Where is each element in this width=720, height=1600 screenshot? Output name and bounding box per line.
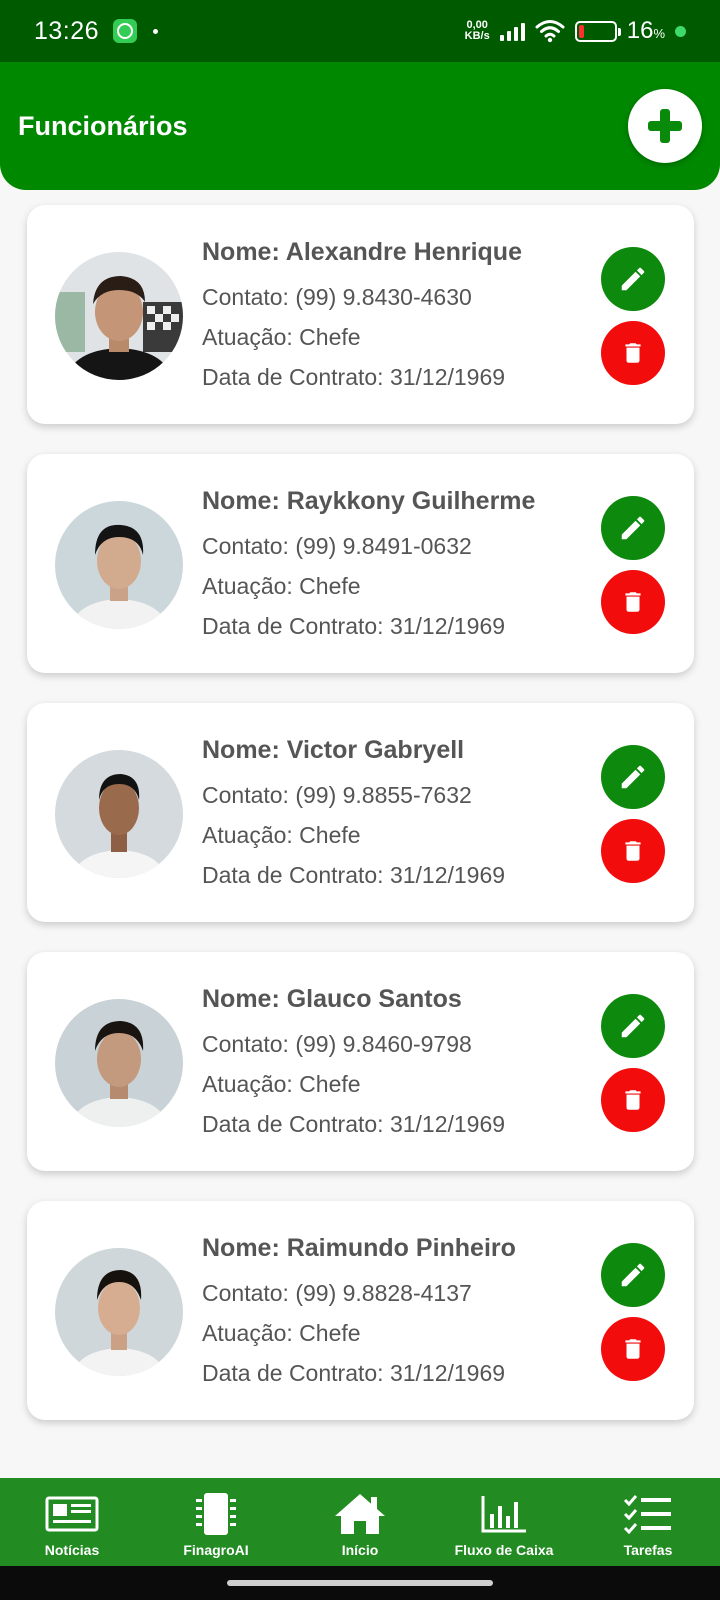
edit-employee-button[interactable]	[601, 1243, 665, 1307]
nav-item-noticias[interactable]: Notícias	[0, 1478, 144, 1566]
gesture-area	[0, 1566, 720, 1600]
trash-icon	[625, 841, 641, 861]
home-icon	[335, 1494, 385, 1534]
notification-dot-icon	[153, 28, 159, 34]
trash-icon	[625, 592, 641, 612]
pencil-icon	[621, 1014, 645, 1038]
employee-card: Nome: Glauco Santos Contato: (99) 9.8460…	[27, 952, 694, 1171]
edit-employee-button[interactable]	[601, 496, 665, 560]
battery-icon	[574, 20, 621, 42]
employee-role: Atuação: Chefe	[202, 822, 361, 848]
delete-employee-button[interactable]	[601, 1068, 665, 1132]
bar-chart-icon	[481, 1496, 526, 1533]
battery-percent: 16%	[626, 17, 665, 44]
nav-label: Fluxo de Caixa	[454, 1542, 554, 1558]
employee-avatar	[55, 750, 183, 878]
app-header: Funcionários	[0, 62, 720, 190]
pencil-icon	[621, 1263, 645, 1287]
delete-employee-button[interactable]	[601, 321, 665, 385]
employee-info: Nome: Alexandre Henrique Contato: (99) 9…	[202, 235, 602, 397]
employee-name: Nome: Victor Gabryell	[202, 736, 465, 764]
chip-icon	[196, 1493, 236, 1535]
employee-info: Nome: Glauco Santos Contato: (99) 9.8460…	[202, 982, 602, 1144]
wifi-icon	[535, 20, 565, 43]
employee-contact: Contato: (99) 9.8828-4137	[202, 1280, 472, 1306]
employee-avatar	[55, 999, 183, 1127]
nav-label: FinagroAI	[183, 1542, 249, 1558]
bottom-nav: Notícias FinagroAI Início Fluxo de Caixa…	[0, 1478, 720, 1566]
employee-contract-date: Data de Contrato: 31/12/1969	[202, 1111, 506, 1137]
pencil-icon	[621, 765, 645, 789]
employee-role: Atuação: Chefe	[202, 324, 361, 350]
employee-role: Atuação: Chefe	[202, 1071, 361, 1097]
employee-contact: Contato: (99) 9.8855-7632	[202, 782, 472, 808]
edit-employee-button[interactable]	[601, 745, 665, 809]
nav-label: Notícias	[44, 1542, 100, 1558]
network-speed: 0,00 KB/s	[465, 20, 490, 42]
employee-card: Nome: Raimundo Pinheiro Contato: (99) 9.…	[27, 1201, 694, 1420]
status-time: 13:26	[34, 16, 100, 45]
edit-employee-button[interactable]	[601, 994, 665, 1058]
nav-item-finagroai[interactable]: FinagroAI	[144, 1478, 288, 1566]
nav-label: Início	[341, 1542, 379, 1558]
page-title: Funcionários	[18, 110, 188, 141]
employee-list: Nome: Alexandre Henrique Contato: (99) 9…	[27, 205, 694, 1450]
edit-employee-button[interactable]	[601, 247, 665, 311]
trash-icon	[625, 1339, 641, 1359]
employee-info: Nome: Raykkony Guilherme Contato: (99) 9…	[202, 484, 602, 646]
add-employee-button[interactable]	[628, 89, 702, 163]
checklist-icon	[623, 1495, 671, 1534]
notification-app-icon	[113, 19, 138, 43]
employee-card: Nome: Victor Gabryell Contato: (99) 9.88…	[27, 703, 694, 922]
employee-contact: Contato: (99) 9.8430-4630	[202, 284, 472, 310]
nav-item-fluxo-de-caixa[interactable]: Fluxo de Caixa	[432, 1478, 576, 1566]
newspaper-icon	[45, 1496, 99, 1532]
delete-employee-button[interactable]	[601, 819, 665, 883]
trash-icon	[625, 343, 641, 363]
employee-name: Nome: Raykkony Guilherme	[202, 487, 536, 515]
employee-contract-date: Data de Contrato: 31/12/1969	[202, 1360, 506, 1386]
nav-item-inicio[interactable]: Início	[288, 1478, 432, 1566]
employee-contact: Contato: (99) 9.8460-9798	[202, 1031, 472, 1057]
plus-icon	[648, 109, 682, 143]
employee-name: Nome: Glauco Santos	[202, 985, 462, 1013]
trash-icon	[625, 1090, 641, 1110]
employee-contact: Contato: (99) 9.8491-0632	[202, 533, 472, 559]
pencil-icon	[621, 516, 645, 540]
delete-employee-button[interactable]	[601, 1317, 665, 1381]
employee-role: Atuação: Chefe	[202, 573, 361, 599]
status-bar: 13:26 0,00 KB/s 16%	[0, 0, 720, 62]
employee-avatar	[55, 252, 183, 380]
nav-label: Tarefas	[623, 1542, 673, 1558]
employee-info: Nome: Raimundo Pinheiro Contato: (99) 9.…	[202, 1231, 602, 1393]
employee-avatar	[55, 501, 183, 629]
employee-name: Nome: Alexandre Henrique	[202, 238, 522, 266]
employee-role: Atuação: Chefe	[202, 1320, 361, 1346]
pencil-icon	[621, 267, 645, 291]
status-indicator-dot	[675, 25, 686, 37]
delete-employee-button[interactable]	[601, 570, 665, 634]
employee-name: Nome: Raimundo Pinheiro	[202, 1234, 516, 1262]
employee-contract-date: Data de Contrato: 31/12/1969	[202, 613, 506, 639]
network-speed-unit: KB/s	[464, 30, 490, 42]
nav-item-tarefas[interactable]: Tarefas	[576, 1478, 720, 1566]
home-gesture-bar[interactable]	[227, 1580, 493, 1586]
battery-level	[578, 24, 585, 38]
employee-contract-date: Data de Contrato: 31/12/1969	[202, 364, 506, 390]
employee-info: Nome: Victor Gabryell Contato: (99) 9.88…	[202, 733, 602, 895]
employee-card: Nome: Alexandre Henrique Contato: (99) 9…	[27, 205, 694, 424]
employee-contract-date: Data de Contrato: 31/12/1969	[202, 862, 506, 888]
employee-avatar	[55, 1248, 183, 1376]
employee-card: Nome: Raykkony Guilherme Contato: (99) 9…	[27, 454, 694, 673]
signal-icon	[499, 21, 525, 41]
